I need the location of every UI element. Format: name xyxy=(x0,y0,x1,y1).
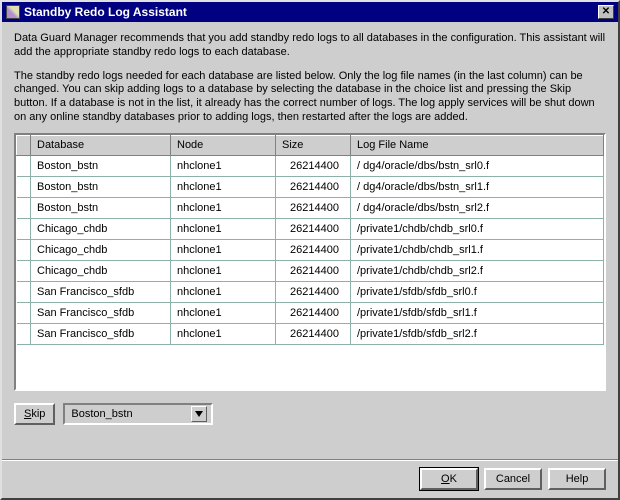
cell-filename[interactable]: /private1/sfdb/sfdb_srl1.f xyxy=(351,302,604,323)
row-handle[interactable] xyxy=(17,281,31,302)
cell-node: nhclone1 xyxy=(171,260,276,281)
app-icon xyxy=(6,5,20,19)
row-handle[interactable] xyxy=(17,155,31,176)
row-handle[interactable] xyxy=(17,218,31,239)
cell-filename[interactable]: /private1/sfdb/sfdb_srl0.f xyxy=(351,281,604,302)
cell-filename[interactable]: /private1/chdb/chdb_srl0.f xyxy=(351,218,604,239)
cell-node: nhclone1 xyxy=(171,197,276,218)
cell-size: 26214400 xyxy=(276,197,351,218)
cell-filename[interactable]: /private1/chdb/chdb_srl2.f xyxy=(351,260,604,281)
cell-database: Chicago_chdb xyxy=(31,218,171,239)
cell-database: San Francisco_sfdb xyxy=(31,323,171,344)
description-text: The standby redo logs needed for each da… xyxy=(14,70,606,125)
cell-filename[interactable]: /private1/chdb/chdb_srl1.f xyxy=(351,239,604,260)
cell-node: nhclone1 xyxy=(171,323,276,344)
cell-size: 26214400 xyxy=(276,155,351,176)
table-row[interactable]: San Francisco_sfdbnhclone126214400/priva… xyxy=(17,302,604,323)
cancel-button[interactable]: Cancel xyxy=(484,468,542,490)
table-row[interactable]: Chicago_chdbnhclone126214400/private1/ch… xyxy=(17,218,604,239)
cell-filename[interactable]: / dg4/oracle/dbs/bstn_srl0.f xyxy=(351,155,604,176)
cell-database: Boston_bstn xyxy=(31,197,171,218)
combo-selected: Boston_bstn xyxy=(71,408,132,420)
cell-node: nhclone1 xyxy=(171,176,276,197)
log-table: Database Node Size Log File Name Boston_… xyxy=(14,133,606,391)
table-row[interactable]: Boston_bstnnhclone126214400/ dg4/oracle/… xyxy=(17,176,604,197)
cell-database: Chicago_chdb xyxy=(31,239,171,260)
cell-database: Boston_bstn xyxy=(31,176,171,197)
table-row[interactable]: San Francisco_sfdbnhclone126214400/priva… xyxy=(17,281,604,302)
cell-node: nhclone1 xyxy=(171,239,276,260)
cell-node: nhclone1 xyxy=(171,302,276,323)
close-icon[interactable]: ✕ xyxy=(598,5,614,19)
skip-mnemonic: S xyxy=(24,408,31,420)
table-row[interactable]: Boston_bstnnhclone126214400/ dg4/oracle/… xyxy=(17,197,604,218)
cell-database: Boston_bstn xyxy=(31,155,171,176)
cell-node: nhclone1 xyxy=(171,218,276,239)
content-area: Data Guard Manager recommends that you a… xyxy=(2,22,618,459)
titlebar: Standby Redo Log Assistant ✕ xyxy=(2,2,618,22)
ok-label-rest: K xyxy=(450,473,457,485)
window-title: Standby Redo Log Assistant xyxy=(24,5,187,19)
skip-button[interactable]: Skip xyxy=(14,403,55,425)
row-handle[interactable] xyxy=(17,176,31,197)
cell-database: San Francisco_sfdb xyxy=(31,302,171,323)
cell-size: 26214400 xyxy=(276,323,351,344)
cell-filename[interactable]: / dg4/oracle/dbs/bstn_srl2.f xyxy=(351,197,604,218)
cell-node: nhclone1 xyxy=(171,281,276,302)
table-row[interactable]: Chicago_chdbnhclone126214400/private1/ch… xyxy=(17,239,604,260)
row-handle[interactable] xyxy=(17,302,31,323)
skip-label-rest: kip xyxy=(31,408,45,420)
cell-size: 26214400 xyxy=(276,281,351,302)
skip-row: Skip Boston_bstn xyxy=(14,403,606,425)
col-size-header[interactable]: Size xyxy=(276,135,351,155)
ok-button[interactable]: OK xyxy=(420,468,478,490)
row-handle[interactable] xyxy=(17,260,31,281)
row-handle-header xyxy=(17,135,31,155)
table-row[interactable]: Boston_bstnnhclone126214400/ dg4/oracle/… xyxy=(17,155,604,176)
row-handle[interactable] xyxy=(17,197,31,218)
cell-size: 26214400 xyxy=(276,260,351,281)
dialog-window: Standby Redo Log Assistant ✕ Data Guard … xyxy=(0,0,620,500)
cell-size: 26214400 xyxy=(276,302,351,323)
table-row[interactable]: Chicago_chdbnhclone126214400/private1/ch… xyxy=(17,260,604,281)
intro-text: Data Guard Manager recommends that you a… xyxy=(14,32,606,60)
cell-node: nhclone1 xyxy=(171,155,276,176)
cell-database: San Francisco_sfdb xyxy=(31,281,171,302)
cell-filename[interactable]: / dg4/oracle/dbs/bstn_srl1.f xyxy=(351,176,604,197)
database-combo[interactable]: Boston_bstn xyxy=(63,403,213,425)
table-row[interactable]: San Francisco_sfdbnhclone126214400/priva… xyxy=(17,323,604,344)
cell-database: Chicago_chdb xyxy=(31,260,171,281)
cell-size: 26214400 xyxy=(276,176,351,197)
cell-filename[interactable]: /private1/sfdb/sfdb_srl2.f xyxy=(351,323,604,344)
ok-mnemonic: O xyxy=(441,473,450,485)
col-filename-header[interactable]: Log File Name xyxy=(351,135,604,155)
chevron-down-icon[interactable] xyxy=(191,406,207,422)
col-node-header[interactable]: Node xyxy=(171,135,276,155)
cell-size: 26214400 xyxy=(276,218,351,239)
row-handle[interactable] xyxy=(17,239,31,260)
row-handle[interactable] xyxy=(17,323,31,344)
help-button[interactable]: Help xyxy=(548,468,606,490)
cell-size: 26214400 xyxy=(276,239,351,260)
col-database-header[interactable]: Database xyxy=(31,135,171,155)
button-bar: OK Cancel Help xyxy=(2,459,618,498)
